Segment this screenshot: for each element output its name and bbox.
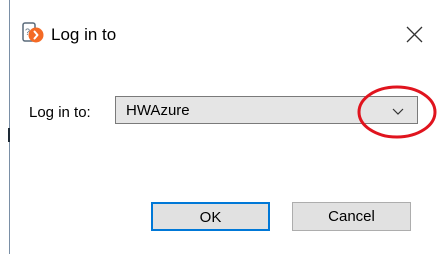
highlight-ellipse-annotation <box>357 85 437 139</box>
dialog-title: Log in to <box>51 25 117 44</box>
close-button[interactable] <box>397 18 431 52</box>
login-dialog: ? Log in to Log in to: HWAzure OK Cancel <box>0 0 441 254</box>
cancel-button[interactable]: Cancel <box>292 202 411 231</box>
dropdown-selected-value: HWAzure <box>126 102 190 119</box>
window-border-mark <box>8 128 10 142</box>
login-target-label: Log in to: <box>29 104 91 121</box>
app-login-icon: ? <box>22 22 44 46</box>
window-border <box>9 0 10 254</box>
ok-button[interactable]: OK <box>151 202 270 231</box>
close-icon <box>406 26 423 43</box>
